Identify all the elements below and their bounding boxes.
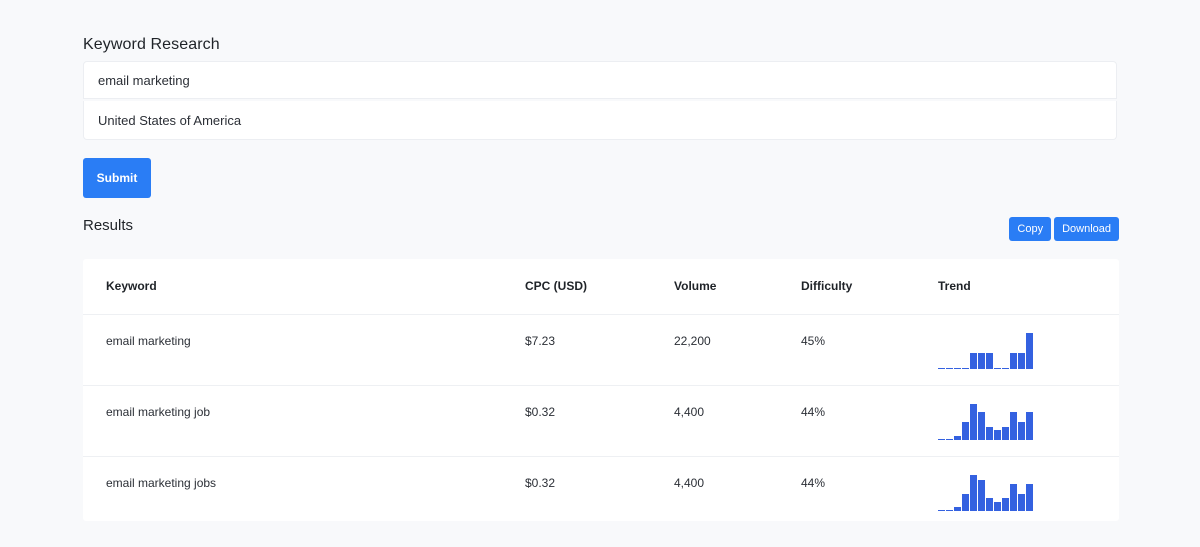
keyword-field[interactable] [83,61,1117,99]
trend-bar [1010,484,1017,511]
table-row[interactable]: email marketing $7.23 22,200 45% [83,315,1119,386]
difficulty-cell: 45% [801,334,826,348]
keyword-input[interactable] [84,62,1116,98]
submit-button[interactable]: Submit [83,158,151,198]
trend-bar [962,368,969,369]
table-header: Keyword CPC (USD) Volume Difficulty Tren… [83,259,1119,315]
column-header-volume[interactable]: Volume [674,279,716,293]
trend-bar [978,412,985,440]
column-header-trend: Trend [938,279,971,293]
keyword-cell: email marketing jobs [106,476,217,490]
trend-bar [1010,412,1017,440]
trend-bar [962,422,969,440]
trend-bar [1002,368,1009,369]
trend-bar [938,368,945,369]
trend-bar [946,439,953,440]
location-field[interactable] [83,101,1117,140]
trend-bar [978,353,985,369]
trend-bar [994,502,1001,511]
trend-bar [978,480,985,511]
trend-bar [1002,498,1009,511]
location-input[interactable] [84,101,1116,139]
trend-sparkline [938,404,1033,440]
trend-bar [994,368,1001,369]
cpc-cell: $0.32 [525,476,556,490]
trend-bar [970,404,977,440]
trend-bar [1018,353,1025,369]
keyword-cell: email marketing job [106,405,211,419]
results-table: Keyword CPC (USD) Volume Difficulty Tren… [83,259,1119,521]
trend-bar [970,475,977,511]
keyword-cell: email marketing [106,334,191,348]
column-header-difficulty[interactable]: Difficulty [801,279,852,293]
trend-bar [938,439,945,440]
volume-cell: 22,200 [674,334,711,348]
difficulty-cell: 44% [801,405,826,419]
trend-bar [938,510,945,511]
column-header-keyword[interactable]: Keyword [106,279,157,293]
trend-bar [954,436,961,440]
results-title: Results [83,217,134,234]
trend-bar [954,368,961,369]
trend-bar [986,498,993,511]
trend-bar [1018,494,1025,511]
difficulty-cell: 44% [801,476,826,490]
trend-bar [962,494,969,511]
table-row[interactable]: email marketing jobs $0.32 4,400 44% [83,457,1119,521]
cpc-cell: $0.32 [525,405,556,419]
volume-cell: 4,400 [674,405,705,419]
volume-cell: 4,400 [674,476,705,490]
cpc-cell: $7.23 [525,334,556,348]
column-header-cpc[interactable]: CPC (USD) [525,279,587,293]
trend-bar [946,368,953,369]
trend-bar [954,507,961,511]
page-title: Keyword Research [83,36,220,53]
trend-bar [1010,353,1017,369]
trend-bar [1026,333,1033,369]
trend-bar [994,430,1001,440]
trend-bar [1026,484,1033,511]
trend-bar [1026,412,1033,440]
trend-sparkline [938,333,1033,369]
results-actions: Copy Download [1009,217,1119,241]
trend-bar [946,510,953,511]
trend-sparkline [938,475,1033,511]
copy-button[interactable]: Copy [1009,217,1052,241]
trend-bar [986,353,993,369]
trend-bar [986,427,993,440]
trend-bar [970,353,977,369]
table-row[interactable]: email marketing job $0.32 4,400 44% [83,386,1119,457]
trend-bar [1002,427,1009,440]
download-button[interactable]: Download [1054,217,1119,241]
trend-bar [1018,422,1025,440]
